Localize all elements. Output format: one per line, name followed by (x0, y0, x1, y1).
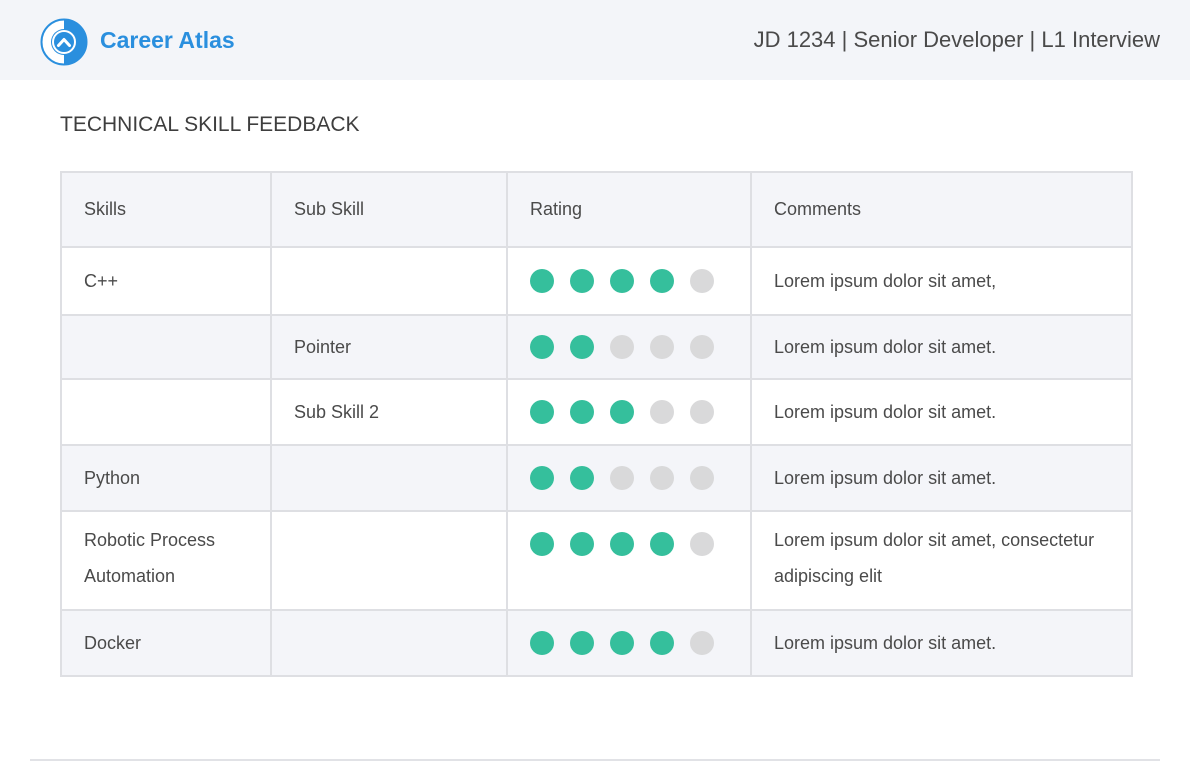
rating-dot-filled (530, 269, 554, 293)
rating-cell (506, 246, 752, 316)
rating-dot-empty (690, 269, 714, 293)
sub-skill-cell (270, 246, 508, 316)
comment-cell: Lorem ipsum dolor sit amet. (750, 444, 1133, 512)
column-header-rating: Rating (506, 171, 752, 248)
skill-cell: Robotic Process Automation (60, 510, 272, 611)
table-row: Python Lorem ipsum dolor sit amet. (60, 444, 1133, 512)
rating-dot-empty (690, 400, 714, 424)
rating-dot-filled (570, 269, 594, 293)
rating-dot-empty (690, 466, 714, 490)
rating-dot-empty (650, 466, 674, 490)
rating-dot-filled (530, 532, 554, 556)
rating-dot-filled (570, 335, 594, 359)
rating-dot-empty (690, 532, 714, 556)
section-title: TECHNICAL SKILL FEEDBACK (60, 113, 360, 136)
rating-dot-empty (610, 335, 634, 359)
comment-cell: Lorem ipsum dolor sit amet. (750, 378, 1133, 446)
job-interview-info: JD 1234 | Senior Developer | L1 Intervie… (753, 27, 1160, 52)
rating-dots (530, 269, 750, 293)
rating-dot-empty (690, 335, 714, 359)
rating-dot-empty (610, 466, 634, 490)
table-row: Sub Skill 2 Lorem ipsum dolor sit amet. (60, 378, 1133, 446)
rating-dot-filled (570, 400, 594, 424)
rating-dots (530, 631, 750, 655)
rating-dot-filled (610, 532, 634, 556)
rating-cell (506, 444, 752, 512)
sub-skill-cell (270, 444, 508, 512)
table-row: Robotic Process Automation Lorem ipsum d… (60, 510, 1133, 611)
column-header-sub-skill: Sub Skill (270, 171, 508, 248)
skill-cell (60, 378, 272, 446)
rating-cell (506, 314, 752, 380)
column-header-comments: Comments (750, 171, 1133, 248)
sub-skill-cell: Pointer (270, 314, 508, 380)
table-row: Docker Lorem ipsum dolor sit amet. (60, 609, 1133, 677)
rating-dot-filled (530, 400, 554, 424)
rating-dot-filled (530, 335, 554, 359)
rating-dot-filled (610, 400, 634, 424)
skill-cell: C++ (60, 246, 272, 316)
table-row: C++ Lorem ipsum dolor sit amet, (60, 246, 1133, 316)
brand-name[interactable]: Career Atlas (100, 27, 235, 54)
skill-cell: Docker (60, 609, 272, 677)
rating-dot-filled (530, 466, 554, 490)
rating-cell (506, 510, 752, 611)
rating-dots (530, 466, 750, 490)
sub-skill-cell (270, 510, 508, 611)
rating-cell (506, 378, 752, 446)
sub-skill-cell: Sub Skill 2 (270, 378, 508, 446)
rating-dot-filled (610, 631, 634, 655)
skill-feedback-table: Skills Sub Skill Rating Comments C++ Lor… (60, 171, 1133, 677)
comment-cell: Lorem ipsum dolor sit amet, consectetur … (750, 510, 1133, 611)
rating-dots (530, 335, 750, 359)
comment-cell: Lorem ipsum dolor sit amet. (750, 609, 1133, 677)
rating-dot-filled (570, 631, 594, 655)
rating-dot-filled (570, 466, 594, 490)
app-header: Career Atlas JD 1234 | Senior Developer … (0, 0, 1190, 80)
skill-cell (60, 314, 272, 380)
comment-cell: Lorem ipsum dolor sit amet. (750, 314, 1133, 380)
rating-dots (530, 532, 750, 556)
rating-dot-empty (650, 335, 674, 359)
skill-cell: Python (60, 444, 272, 512)
rating-dot-filled (650, 269, 674, 293)
table-header-row: Skills Sub Skill Rating Comments (60, 171, 1133, 248)
column-header-skills: Skills (60, 171, 272, 248)
rating-dot-filled (610, 269, 634, 293)
rating-dot-filled (530, 631, 554, 655)
rating-dot-filled (650, 532, 674, 556)
sub-skill-cell (270, 609, 508, 677)
rating-dots (530, 400, 750, 424)
rating-dot-empty (650, 400, 674, 424)
rating-dot-filled (650, 631, 674, 655)
footer-divider (30, 759, 1160, 761)
career-atlas-logo-icon[interactable] (40, 18, 88, 66)
rating-dot-filled (570, 532, 594, 556)
comment-cell: Lorem ipsum dolor sit amet, (750, 246, 1133, 316)
rating-dot-empty (690, 631, 714, 655)
rating-cell (506, 609, 752, 677)
table-row: Pointer Lorem ipsum dolor sit amet. (60, 314, 1133, 380)
